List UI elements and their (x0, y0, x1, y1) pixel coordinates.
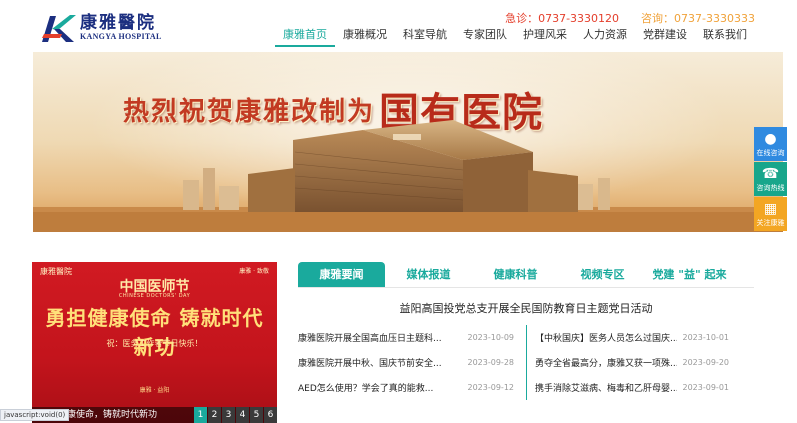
slide-page-4[interactable]: 4 (236, 407, 249, 423)
emergency-phone: 急诊：0737-3330120 (505, 12, 620, 25)
headline-news-link[interactable]: 益阳高国投党总支开展全民国防教育日主题党日活动 (298, 300, 754, 316)
tab-party-building[interactable]: 党建 "益" 起来 (646, 262, 733, 287)
news-title: AED怎么使用？学会了真的能救... (298, 384, 434, 394)
news-item[interactable]: 携手消除艾滋病、梅毒和乙肝母婴... 2023-09-01 (535, 375, 754, 400)
news-item[interactable]: 康雅医院开展全国高血压日主题科... 2023-10-09 (298, 325, 526, 350)
nav-item-party[interactable]: 党群建设 (635, 27, 695, 47)
news-item[interactable]: 康雅医院开展中秋、国庆节前安全... 2023-09-28 (298, 350, 526, 375)
nav-item-contact[interactable]: 联系我们 (695, 27, 755, 47)
logo-name-en: KANGYA HOSPITAL (80, 32, 162, 41)
news-date: 2023-09-20 (682, 358, 730, 367)
slide-signature: 康雅 · 益阳 (139, 387, 170, 394)
main-nav: 康雅首页 康雅概况 科室导航 专家团队 护理风采 人力资源 党群建设 联系我们 (275, 27, 755, 47)
tab-media-reports[interactable]: 媒体报道 (385, 262, 472, 287)
news-date: 2023-09-28 (467, 358, 515, 367)
hospital-building-illustration (33, 120, 783, 232)
news-tabs: 康雅要闻 媒体报道 健康科普 视频专区 党建 "益" 起来 (298, 262, 754, 288)
news-column-left: 康雅医院开展全国高血压日主题科... 2023-10-09 康雅医院开展中秋、国… (298, 325, 526, 400)
nav-item-experts[interactable]: 专家团队 (455, 27, 515, 47)
consult-hotline-button[interactable]: ☎ 咨询热线 (754, 162, 787, 196)
qr-code-icon: ▦ (763, 200, 778, 217)
slide-page-5[interactable]: 5 (250, 407, 263, 423)
news-item[interactable]: 【中秋国庆】医务人员怎么过国庆... 2023-10-01 (535, 325, 754, 350)
slide-page-6[interactable]: 6 (264, 407, 277, 423)
news-column-right: 【中秋国庆】医务人员怎么过国庆... 2023-10-01 勇夺全省最高分，康雅… (526, 325, 754, 400)
news-columns: 康雅医院开展全国高血压日主题科... 2023-10-09 康雅医院开展中秋、国… (298, 325, 754, 400)
hospital-logo[interactable]: 康雅醫院 KANGYA HOSPITAL (40, 11, 170, 45)
nav-item-departments[interactable]: 科室导航 (395, 27, 455, 47)
news-date: 2023-09-12 (467, 383, 515, 392)
nav-item-nursing[interactable]: 护理风采 (515, 27, 575, 47)
browser-status-bar: javascript:void(0) (0, 409, 70, 421)
news-date: 2023-10-09 (467, 333, 515, 342)
slide-pager: 1 2 3 4 5 6 (194, 407, 277, 423)
online-consult-button[interactable]: ● 在线咨询 (754, 127, 787, 161)
hotline-bar: 急诊：0737-3330120 咨询：0737-3330333 (505, 10, 755, 26)
slide-top-right-text: 康雅 · 致敬 (239, 268, 269, 275)
tab-video-zone[interactable]: 视频专区 (559, 262, 646, 287)
nav-item-home[interactable]: 康雅首页 (275, 27, 335, 47)
news-title: 康雅医院开展全国高血压日主题科... (298, 334, 442, 344)
hero-banner[interactable]: 热烈祝贺康雅改制为 国有医院 (33, 52, 783, 232)
logo-text: 康雅醫院 KANGYA HOSPITAL (80, 14, 162, 42)
slide-page-1[interactable]: 1 (194, 407, 207, 423)
news-item[interactable]: AED怎么使用？学会了真的能救... 2023-09-12 (298, 375, 526, 400)
side-toolbar: ● 在线咨询 ☎ 咨询热线 ▦ 关注康雅 (754, 127, 787, 231)
consult-phone: 咨询：0737-3330333 (641, 12, 755, 25)
phone-icon: ☎ (761, 165, 780, 182)
tab-health-science[interactable]: 健康科普 (472, 262, 559, 287)
news-slideshow[interactable]: 康雅醫院 康雅 · 致敬 中国医师节 CHINESE DOCTORS' DAY … (32, 262, 277, 423)
news-title: 携手消除艾滋病、梅毒和乙肝母婴... (535, 384, 677, 394)
page: 康雅醫院 KANGYA HOSPITAL 急诊：0737-3330120 咨询：… (0, 0, 797, 423)
chat-bubble-icon: ● (764, 130, 777, 147)
consult-hotline-label: 咨询热线 (756, 183, 785, 192)
nav-item-overview[interactable]: 康雅概况 (335, 27, 395, 47)
news-title: 【中秋国庆】医务人员怎么过国庆... (535, 334, 677, 344)
news-date: 2023-10-01 (682, 333, 730, 342)
news-title: 勇夺全省最高分，康雅又获一项殊... (535, 359, 677, 369)
news-panel: 康雅要闻 媒体报道 健康科普 视频专区 党建 "益" 起来 益阳高国投党总支开展… (298, 262, 754, 423)
online-consult-label: 在线咨询 (756, 148, 785, 157)
news-date: 2023-09-01 (682, 383, 730, 392)
slide-slogan: 勇担健康使命 铸就时代新功 (45, 306, 264, 359)
slide-page-3[interactable]: 3 (222, 407, 235, 423)
follow-us-button[interactable]: ▦ 关注康雅 (754, 197, 787, 231)
news-item[interactable]: 勇夺全省最高分，康雅又获一项殊... 2023-09-20 (535, 350, 754, 375)
slide-subheading: CHINESE DOCTORS' DAY (118, 293, 191, 299)
logo-name-cn: 康雅醫院 (80, 13, 156, 33)
slide-page-2[interactable]: 2 (208, 407, 221, 423)
news-title: 康雅医院开展中秋、国庆节前安全... (298, 359, 442, 369)
follow-us-label: 关注康雅 (756, 218, 785, 227)
tab-kangya-news[interactable]: 康雅要闻 (298, 262, 385, 287)
slide-greeting: 祝：医务工作者节日快乐！ (106, 339, 203, 348)
logo-k-icon (42, 15, 76, 42)
nav-item-hr[interactable]: 人力资源 (575, 27, 635, 47)
